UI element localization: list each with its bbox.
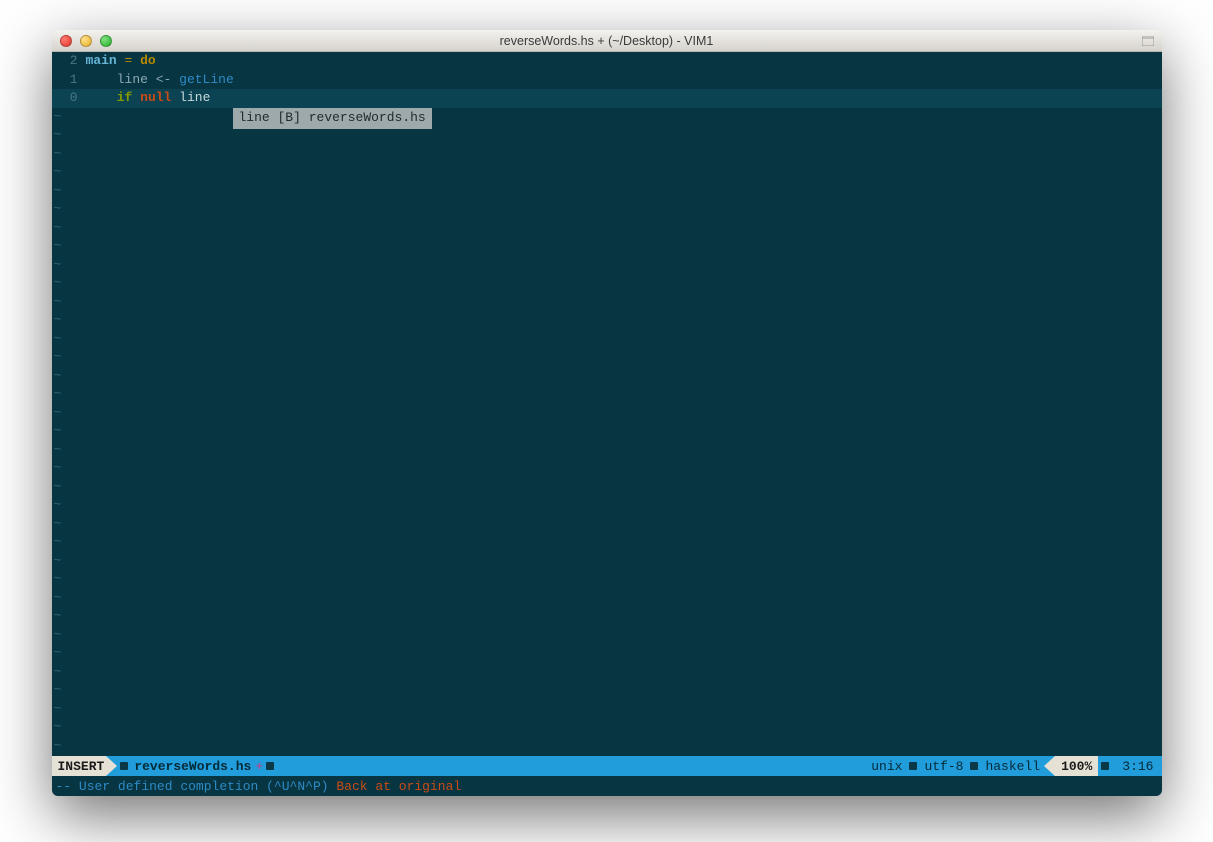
separator-icon — [120, 762, 128, 770]
empty-line: ~ — [52, 200, 1162, 219]
line-number: 1 — [52, 71, 82, 90]
empty-line: ~ — [52, 496, 1162, 515]
empty-line: ~ — [52, 737, 1162, 756]
empty-line: ~ — [52, 552, 1162, 571]
empty-line: ~ — [52, 293, 1162, 312]
code-line[interactable]: 2main = do — [52, 52, 1162, 71]
line-number: 0 — [52, 89, 82, 108]
zoom-icon[interactable] — [100, 35, 112, 47]
empty-line: ~ — [52, 348, 1162, 367]
filetype: haskell — [981, 759, 1044, 774]
separator-icon — [970, 762, 978, 770]
separator-icon — [909, 762, 917, 770]
separator-icon — [106, 756, 117, 776]
cmdline-prefix: -- User defined completion (^U^N^P) — [56, 779, 337, 794]
empty-line: ~ — [52, 311, 1162, 330]
empty-line: ~ — [52, 700, 1162, 719]
empty-line: ~ — [52, 478, 1162, 497]
command-line[interactable]: -- User defined completion (^U^N^P) Back… — [52, 776, 1162, 796]
empty-line: ~ — [52, 367, 1162, 386]
traffic-lights — [60, 35, 112, 47]
empty-line: ~ — [52, 182, 1162, 201]
empty-line: ~ — [52, 663, 1162, 682]
separator-icon — [1044, 756, 1055, 776]
code-content: line <- getLine — [82, 71, 234, 90]
empty-line: ~ — [52, 385, 1162, 404]
fileformat: unix — [867, 759, 906, 774]
empty-line: ~ — [52, 108, 1162, 127]
mode-indicator: INSERT — [52, 756, 107, 776]
maximize-icon[interactable] — [1142, 36, 1154, 46]
completion-popup[interactable]: line [B] reverseWords.hs — [233, 108, 432, 129]
empty-line: ~ — [52, 515, 1162, 534]
empty-line: ~ — [52, 163, 1162, 182]
empty-line: ~ — [52, 681, 1162, 700]
empty-line: ~ — [52, 626, 1162, 645]
terminal-window: reverseWords.hs + (~/Desktop) - VIM1 2ma… — [52, 30, 1162, 796]
close-icon[interactable] — [60, 35, 72, 47]
empty-line: ~ — [52, 145, 1162, 164]
filename: reverseWords.hs — [131, 759, 251, 774]
window-title: reverseWords.hs + (~/Desktop) - VIM1 — [52, 34, 1162, 48]
minimize-icon[interactable] — [80, 35, 92, 47]
modified-flag: + — [251, 759, 263, 774]
statusline: INSERT reverseWords.hs + unix utf-8 hask… — [52, 756, 1162, 776]
empty-line: ~ — [52, 219, 1162, 238]
empty-line: ~ — [52, 570, 1162, 589]
empty-line: ~ — [52, 644, 1162, 663]
empty-line: ~ — [52, 330, 1162, 349]
code-line[interactable]: 0 if null line — [52, 89, 1162, 108]
encoding: utf-8 — [920, 759, 967, 774]
empty-line: ~ — [52, 256, 1162, 275]
empty-line: ~ — [52, 607, 1162, 626]
code-content: main = do — [82, 52, 156, 71]
empty-line: ~ — [52, 718, 1162, 737]
empty-line: ~ — [52, 441, 1162, 460]
scroll-percent: 100% — [1055, 756, 1098, 776]
empty-line: ~ — [52, 237, 1162, 256]
line-number: 2 — [52, 52, 82, 71]
cmdline-message: Back at original — [336, 779, 461, 794]
statusline-right: unix utf-8 haskell 100% 3:16 — [867, 756, 1161, 776]
empty-line: ~ — [52, 422, 1162, 441]
separator-icon — [266, 762, 274, 770]
empty-line: ~ — [52, 404, 1162, 423]
empty-line: ~ — [52, 126, 1162, 145]
empty-line: ~ — [52, 274, 1162, 293]
empty-line: ~ — [52, 589, 1162, 608]
empty-line: ~ — [52, 533, 1162, 552]
separator-icon — [1101, 762, 1109, 770]
empty-line: ~ — [52, 459, 1162, 478]
code-line[interactable]: 1 line <- getLine — [52, 71, 1162, 90]
titlebar[interactable]: reverseWords.hs + (~/Desktop) - VIM1 — [52, 30, 1162, 52]
editor-area[interactable]: 2main = do1 line <- getLine0 if null lin… — [52, 52, 1162, 756]
code-content: if null line — [82, 89, 211, 108]
cursor-position: 3:16 — [1112, 756, 1161, 776]
